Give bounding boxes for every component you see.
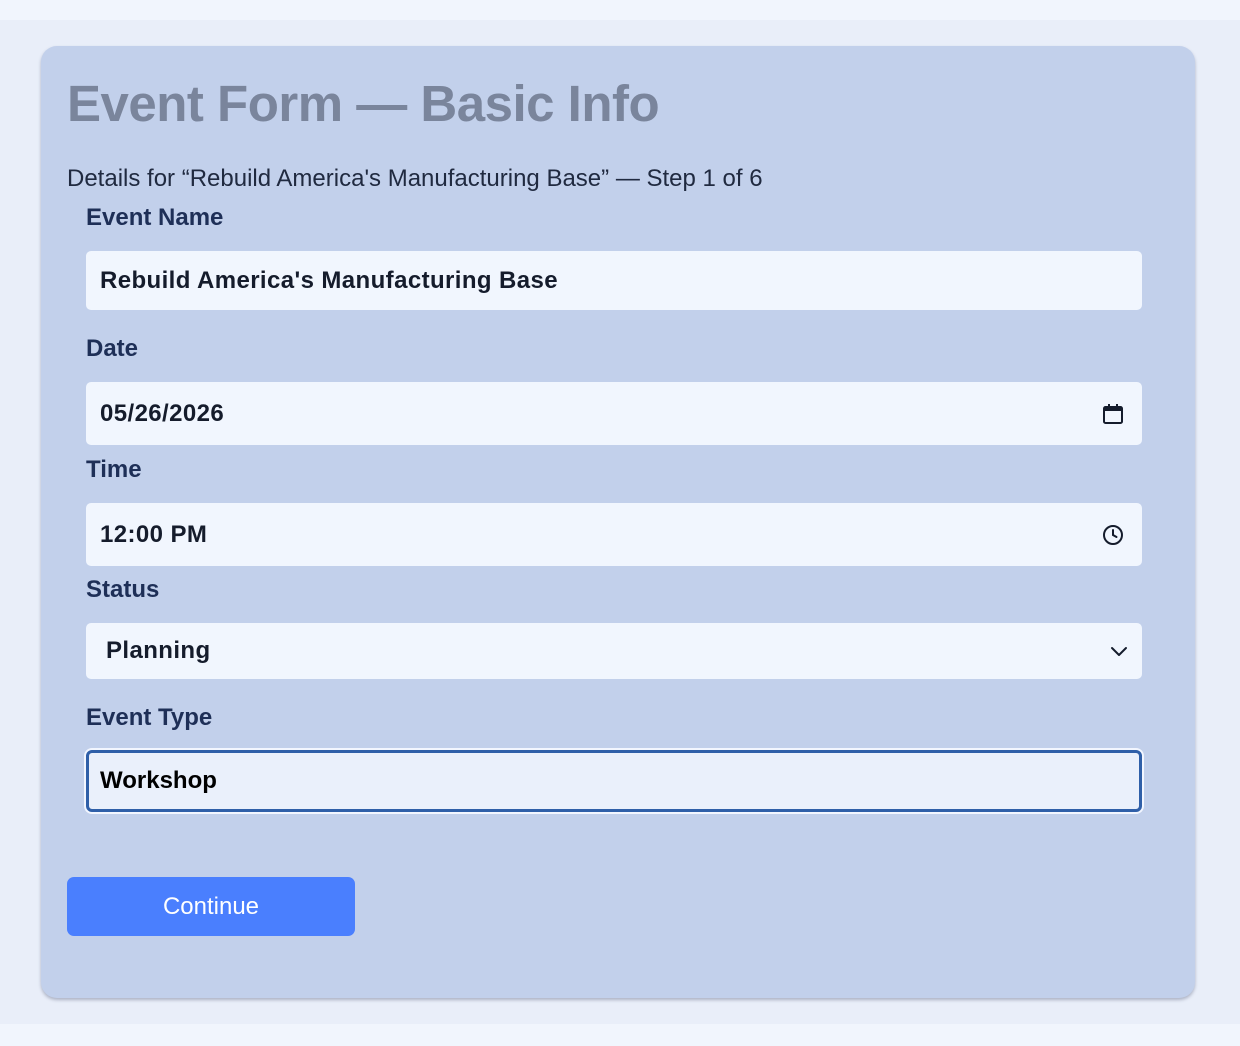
date-input[interactable]: 05/26/2026 [86, 382, 1142, 445]
time-value: 12:00 PM [100, 520, 208, 548]
event-name-label: Event Name [86, 204, 224, 231]
page-title: Event Form — Basic Info [67, 75, 660, 132]
time-input[interactable]: 12:00 PM [86, 503, 1142, 566]
event-name-value: Rebuild America's Manufacturing Base [100, 266, 558, 294]
event-type-input[interactable]: Workshop [86, 750, 1142, 812]
form-subtitle: Details for “Rebuild America's Manufactu… [67, 165, 763, 192]
date-value: 05/26/2026 [100, 399, 225, 427]
status-label: Status [86, 576, 160, 603]
chevron-down-icon [1110, 645, 1128, 657]
status-select[interactable]: Planning [86, 623, 1142, 679]
continue-button[interactable]: Continue [67, 877, 355, 936]
event-name-input[interactable]: Rebuild America's Manufacturing Base [86, 251, 1142, 310]
date-label: Date [86, 335, 139, 362]
time-label: Time [86, 456, 142, 483]
status-value: Planning [106, 637, 211, 664]
event-type-label: Event Type [86, 704, 213, 731]
clock-icon[interactable] [1102, 524, 1124, 546]
calendar-icon[interactable] [1102, 403, 1124, 425]
event-type-value: Workshop [100, 767, 217, 794]
event-form-card: Event Form — Basic Info Details for “Reb… [41, 46, 1195, 998]
